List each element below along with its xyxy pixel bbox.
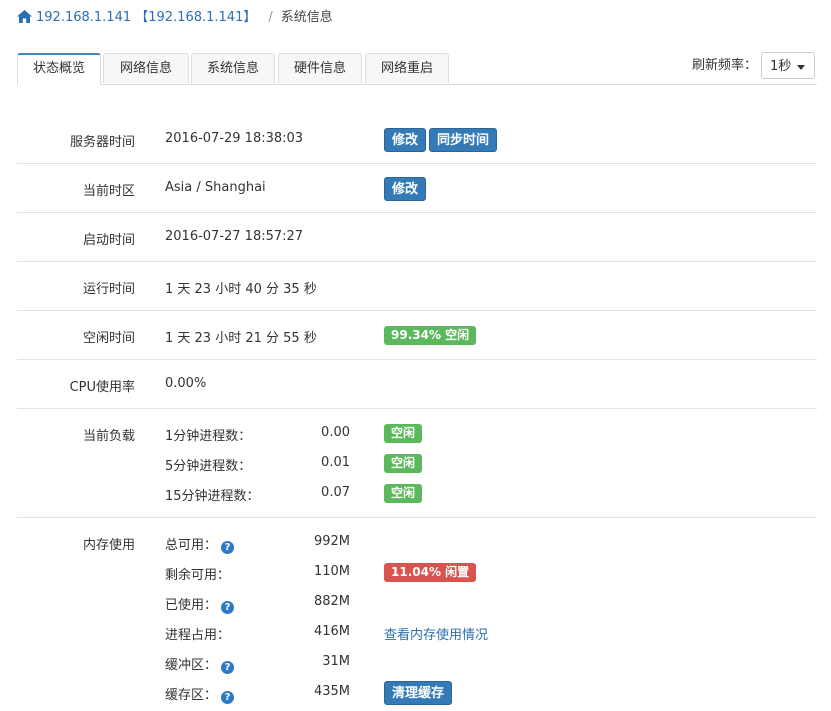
memory-total-label: 总可用：? <box>165 534 235 554</box>
boot-time-label: 启动时间 <box>82 233 135 248</box>
load-1min-badge: 空闲 <box>384 424 423 443</box>
timezone-label: 当前时区 <box>82 184 135 199</box>
idle-percent-badge: 99.34% 空闲 <box>384 326 477 345</box>
memory-label: 内存使用 <box>82 538 135 553</box>
uptime-label: 运行时间 <box>82 282 135 297</box>
load-5min-value: 0.01 <box>321 455 350 470</box>
load-15min-label: 15分钟进程数： <box>165 489 260 504</box>
server-time-value: 2016-07-29 18:38:03 <box>165 131 304 146</box>
idle-time-value: 1 天 23 小时 21 分 55 秒 <box>165 331 317 346</box>
memory-cache-value: 435M <box>313 684 350 699</box>
breadcrumb-home-link[interactable]: 192.168.1.141 【192.168.1.141】 <box>36 10 256 25</box>
question-icon[interactable]: ? <box>221 541 235 554</box>
server-time-label: 服务器时间 <box>69 135 135 150</box>
memory-process-value: 416M <box>313 624 350 639</box>
edit-timezone-button[interactable]: 修改 <box>384 177 427 201</box>
refresh-rate-select[interactable]: 1秒 <box>761 52 815 79</box>
row-divider <box>17 163 817 164</box>
edit-server-time-button[interactable]: 修改 <box>384 128 427 152</box>
tab-system-info[interactable]: 系统信息 <box>191 53 275 83</box>
timezone-value: Asia / Shanghai <box>165 180 266 195</box>
row-divider <box>17 310 817 311</box>
row-divider <box>17 517 817 518</box>
memory-free-label: 剩余可用： <box>165 568 231 583</box>
tab-hardware-info[interactable]: 硬件信息 <box>278 53 362 83</box>
memory-used-label: 已使用：? <box>165 594 235 614</box>
question-icon[interactable]: ? <box>221 661 235 674</box>
memory-total-value: 992M <box>313 534 350 549</box>
refresh-rate-label: 刷新频率： <box>692 58 758 73</box>
breadcrumb-separator: / <box>268 10 273 25</box>
idle-time-label: 空闲时间 <box>82 331 135 346</box>
home-icon[interactable] <box>17 10 32 23</box>
row-divider <box>17 261 817 262</box>
tab-network-info[interactable]: 网络信息 <box>103 53 189 83</box>
breadcrumb-current: 系统信息 <box>280 10 333 25</box>
cpu-usage-value: 0.00% <box>165 376 207 391</box>
tab-divider <box>17 84 817 85</box>
question-icon[interactable]: ? <box>221 691 235 704</box>
load-1min-label: 1分钟进程数： <box>165 429 252 444</box>
memory-buffer-label: 缓冲区：? <box>165 654 235 674</box>
load-5min-label: 5分钟进程数： <box>165 459 252 474</box>
load-15min-value: 0.07 <box>321 485 350 500</box>
memory-free-value: 110M <box>313 564 350 579</box>
load-1min-value: 0.00 <box>321 425 350 440</box>
row-divider <box>17 359 817 360</box>
clear-cache-button[interactable]: 清理缓存 <box>384 681 453 705</box>
question-icon[interactable]: ? <box>221 601 235 614</box>
refresh-rate-value: 1秒 <box>770 59 792 74</box>
memory-cache-label: 缓存区：? <box>165 684 235 704</box>
tab-network-restart[interactable]: 网络重启 <box>365 53 449 83</box>
view-memory-usage-link[interactable]: 查看内存使用情况 <box>384 624 488 643</box>
row-divider <box>17 212 817 213</box>
load-5min-badge: 空闲 <box>384 454 423 473</box>
memory-buffer-value: 31M <box>322 654 350 669</box>
memory-used-value: 882M <box>313 594 350 609</box>
boot-time-value: 2016-07-27 18:57:27 <box>165 229 304 244</box>
memory-free-badge: 11.04% 闲置 <box>384 563 477 582</box>
caret-down-icon <box>797 65 805 70</box>
uptime-value: 1 天 23 小时 40 分 35 秒 <box>165 282 317 297</box>
load-15min-badge: 空闲 <box>384 484 423 503</box>
cpu-usage-label: CPU使用率 <box>69 380 135 395</box>
memory-process-label: 进程占用： <box>165 628 231 643</box>
breadcrumb: 192.168.1.141 【192.168.1.141】 / 系统信息 <box>17 8 333 28</box>
load-label: 当前负载 <box>82 429 135 444</box>
row-divider <box>17 408 817 409</box>
sync-time-button[interactable]: 同步时间 <box>429 128 498 152</box>
tab-status-overview[interactable]: 状态概览 <box>17 53 101 85</box>
